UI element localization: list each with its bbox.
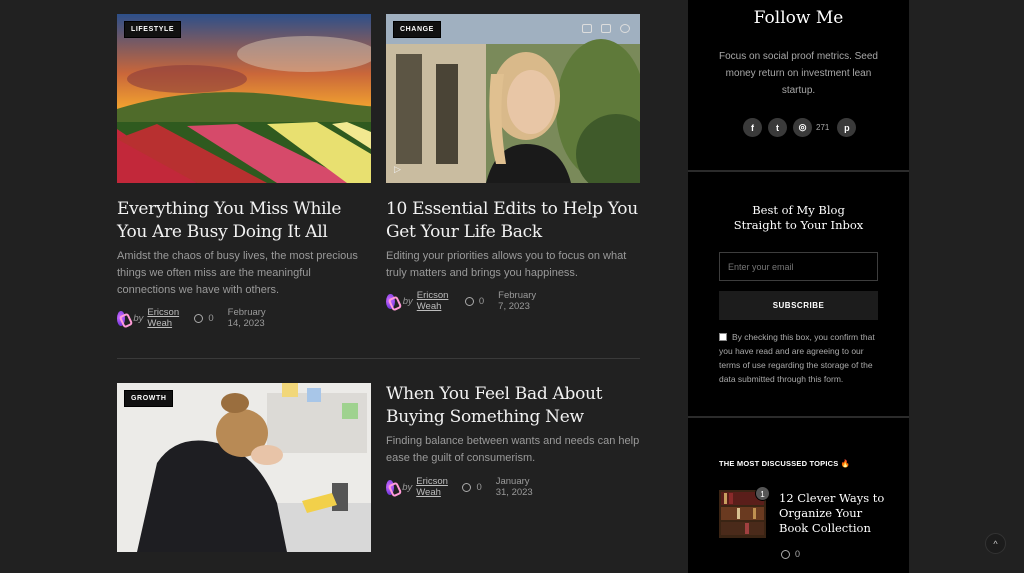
post-divider: [117, 358, 640, 359]
post-date: January 31, 2023: [495, 476, 533, 498]
video-controls: [582, 24, 630, 33]
comment-count-value: 0: [476, 481, 482, 493]
email-input[interactable]: [719, 252, 878, 281]
landscape-photo: [117, 14, 371, 183]
youtube-icon[interactable]: [582, 24, 592, 33]
comments-count[interactable]: 0: [462, 481, 482, 493]
post-meta: by Ericson Weah 0 January 31, 2023: [386, 476, 536, 498]
author-avatar[interactable]: [386, 479, 395, 495]
widget-separator: [688, 170, 909, 172]
author-avatar[interactable]: [117, 310, 126, 326]
instagram-icon[interactable]: ◎: [793, 118, 812, 137]
facebook-icon[interactable]: f: [743, 118, 762, 137]
post-title[interactable]: Everything You Miss While You Are Busy D…: [117, 198, 367, 244]
by-label: by: [402, 481, 413, 493]
consent-text: By checking this box, you confirm that y…: [719, 332, 875, 384]
post-title[interactable]: When You Feel Bad About Buying Something…: [386, 383, 640, 429]
widget-separator: [688, 416, 909, 418]
comment-count-value: 0: [208, 312, 214, 324]
post-excerpt: Finding balance between wants and needs …: [386, 435, 640, 464]
comments-count[interactable]: 0: [194, 312, 214, 324]
by-label: by: [133, 312, 144, 324]
scroll-to-top-button[interactable]: ^: [985, 533, 1006, 554]
sidebar: Follow Me Focus on social proof metrics.…: [688, 0, 909, 573]
by-label: by: [402, 295, 413, 307]
category-badge[interactable]: LIFESTYLE: [124, 21, 182, 38]
topic-comments[interactable]: 0: [781, 549, 800, 559]
comment-icon: [194, 313, 204, 323]
comment-icon: [781, 549, 790, 559]
pinterest-icon[interactable]: p: [837, 118, 857, 137]
stressed-woman-photo: [117, 383, 371, 552]
category-badge[interactable]: GROWTH: [124, 390, 174, 407]
comments-count[interactable]: 0: [464, 295, 485, 307]
post-image-landscape[interactable]: LIFESTYLE: [117, 14, 371, 183]
post-excerpt: Amidst the chaos of busy lives, the most…: [117, 250, 358, 296]
post-meta: by Ericson Weah 0 February 7, 2023: [386, 290, 540, 312]
topics-title: THE MOST DISCUSSED TOPICS 🔥: [719, 459, 851, 468]
twitter-icon[interactable]: t: [768, 118, 787, 137]
author-link[interactable]: Ericson Weah: [416, 476, 448, 498]
author-link[interactable]: Ericson Weah: [417, 290, 451, 312]
volume-icon[interactable]: [601, 24, 611, 33]
post-image-stressed-woman[interactable]: GROWTH: [117, 383, 371, 552]
comment-count-value: 0: [478, 295, 485, 307]
follow-title: Follow Me: [753, 8, 844, 28]
post-excerpt: Editing your priorities allows you to fo…: [386, 250, 627, 279]
topic-rank-badge: 1: [755, 486, 770, 501]
topic-title[interactable]: 12 Clever Ways to Organize Your Book Col…: [779, 491, 894, 536]
post-image-woman-smiling[interactable]: CHANGE ▷: [386, 14, 640, 183]
follow-widget: Follow Me Focus on social proof metrics.…: [688, 0, 909, 170]
author-avatar[interactable]: [386, 293, 395, 309]
subscribe-button[interactable]: SUBSCRIBE: [719, 291, 878, 320]
newsletter-title-line2: Straight to Your Inbox: [733, 218, 864, 232]
woman-photo: [386, 14, 640, 183]
author-link[interactable]: Ericson Weah: [147, 307, 180, 329]
post-title[interactable]: 10 Essential Edits to Help You Get Your …: [386, 198, 640, 244]
social-links: f t ◎ 271 p: [743, 118, 862, 137]
post-date: February 14, 2023: [227, 307, 266, 329]
comment-icon: [464, 296, 474, 306]
topic-comment-count: 0: [795, 549, 801, 559]
newsletter-title: Best of My Blog Straight to Your Inbox: [688, 203, 909, 233]
instagram-follower-count: 271: [816, 123, 830, 132]
category-badge[interactable]: CHANGE: [393, 21, 441, 38]
newsletter-title-line1: Best of My Blog: [752, 203, 845, 217]
follow-text: Focus on social proof metrics. Seed mone…: [719, 51, 878, 96]
post-date: February 7, 2023: [498, 290, 537, 312]
post-meta: by Ericson Weah 0 February 14, 2023: [117, 307, 271, 329]
pause-icon[interactable]: [620, 24, 630, 33]
play-icon[interactable]: ▷: [394, 164, 401, 175]
comment-icon: [462, 482, 472, 492]
